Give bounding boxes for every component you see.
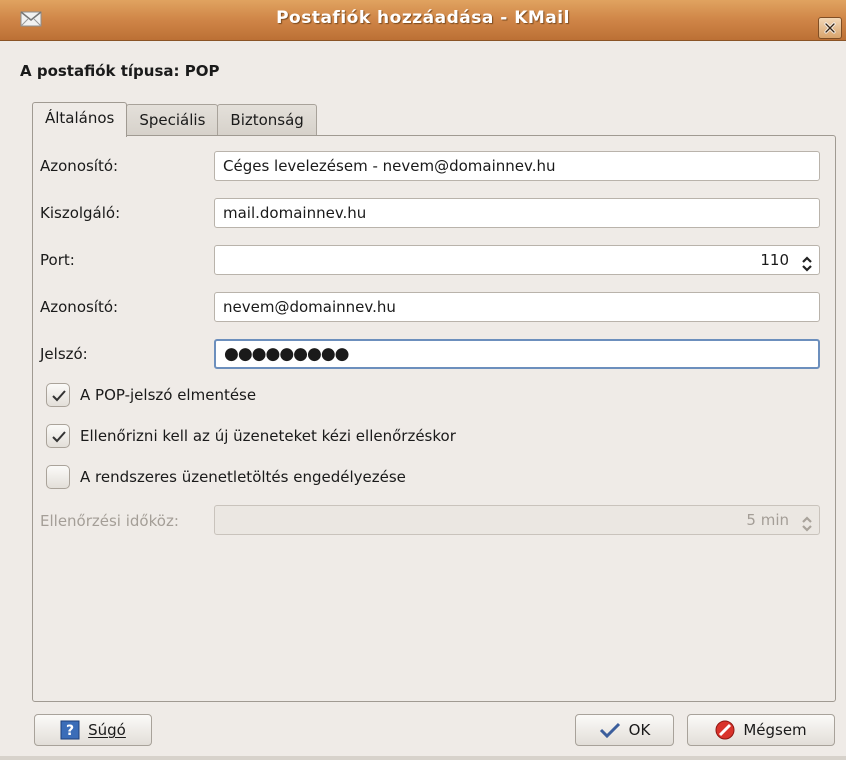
interval-spinbox: 5 min: [214, 505, 820, 535]
interval-value: 5 min: [746, 511, 789, 529]
manual-check-checkbox[interactable]: [46, 424, 70, 448]
close-icon: [824, 22, 836, 34]
tab-security[interactable]: Biztonság: [217, 104, 317, 136]
identity-input[interactable]: Céges levelezésem - nevem@domainnev.hu: [214, 151, 820, 181]
save-password-row[interactable]: A POP-jelszó elmentése: [46, 383, 256, 407]
cancel-button[interactable]: Mégsem: [687, 714, 835, 746]
window-titlebar[interactable]: Postafiók hozzáadása - KMail: [0, 0, 846, 41]
ok-button-label: OK: [628, 721, 651, 739]
username-input[interactable]: nevem@domainnev.hu: [214, 292, 820, 322]
interval-label: Ellenőrzési időköz:: [40, 512, 179, 530]
manual-check-row[interactable]: Ellenőrizni kell az új üzeneteket kézi e…: [46, 424, 456, 448]
close-button[interactable]: [818, 17, 842, 39]
interval-enable-checkbox[interactable]: [46, 465, 70, 489]
interval-enable-row[interactable]: A rendszeres üzenetletöltés engedélyezés…: [46, 465, 406, 489]
checkmark-icon: [52, 431, 66, 443]
tab-advanced[interactable]: Speciális: [126, 104, 219, 136]
checkmark-icon: [52, 390, 66, 402]
identity-label: Azonosító:: [40, 157, 119, 175]
svg-text:?: ?: [66, 723, 74, 739]
password-label: Jelszó:: [40, 345, 88, 363]
tab-bar: Általános Speciális Biztonság: [32, 102, 317, 137]
interval-enable-label: A rendszeres üzenetletöltés engedélyezés…: [80, 468, 406, 486]
tab-general[interactable]: Általános: [32, 102, 128, 137]
window-bottom-edge: [0, 756, 846, 760]
spin-arrows-icon: [801, 513, 813, 532]
window-title: Postafiók hozzáadása - KMail: [276, 8, 570, 28]
username-label: Azonosító:: [40, 298, 119, 316]
password-input[interactable]: ●●●●●●●●●: [214, 339, 820, 369]
server-input[interactable]: mail.domainnev.hu: [214, 198, 820, 228]
account-type-heading: A postafiók típusa: POP: [20, 62, 220, 80]
save-password-checkbox[interactable]: [46, 383, 70, 407]
port-value: 110: [760, 251, 789, 269]
cancel-button-label: Mégsem: [743, 721, 807, 739]
help-book-icon: ?: [60, 720, 80, 740]
checkmark-icon: [599, 722, 621, 738]
cancel-icon: [715, 720, 735, 740]
ok-button[interactable]: OK: [575, 714, 674, 746]
port-spinbox[interactable]: 110: [214, 245, 820, 275]
save-password-label: A POP-jelszó elmentése: [80, 386, 257, 404]
manual-check-label: Ellenőrizni kell az új üzeneteket kézi e…: [80, 427, 456, 445]
help-button[interactable]: ? Súgó: [34, 714, 152, 746]
spin-arrows-icon[interactable]: [801, 253, 813, 272]
port-label: Port:: [40, 251, 75, 269]
help-button-label: Súgó: [88, 721, 126, 739]
server-label: Kiszolgáló:: [40, 204, 121, 222]
